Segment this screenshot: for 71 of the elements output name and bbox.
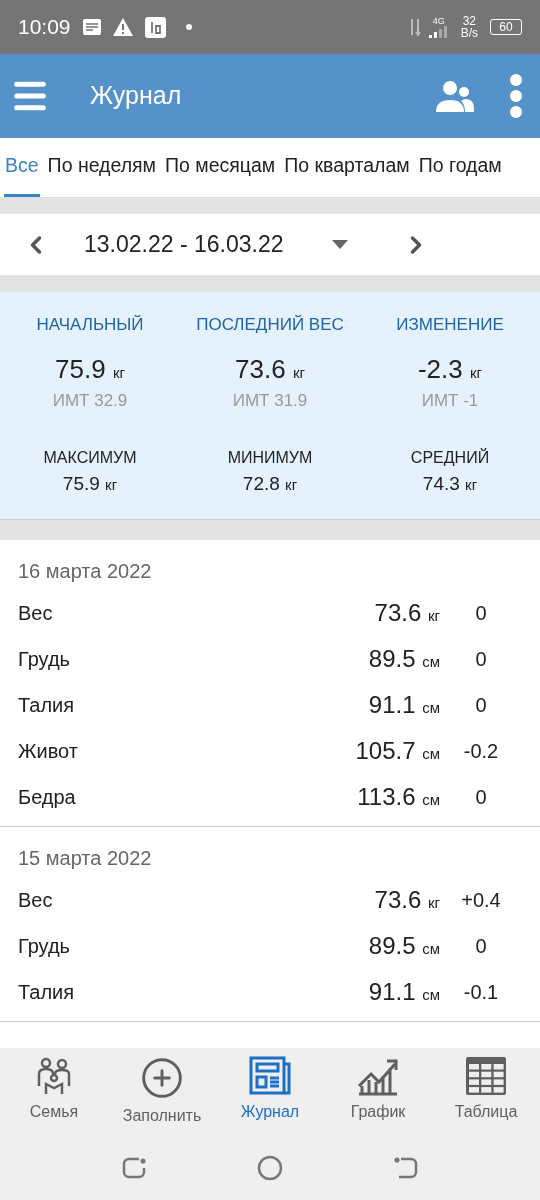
add-icon	[140, 1056, 184, 1100]
measurement-name: Грудь	[18, 934, 72, 959]
status-time: 10:09	[18, 14, 71, 41]
measurement-change: +0.4	[460, 888, 502, 913]
nav-item[interactable]: График	[324, 1056, 432, 1135]
measurement-change: 0	[474, 934, 488, 959]
measurement-change: -0.1	[462, 980, 500, 1005]
measurement-value: 73.6 кг	[374, 885, 440, 915]
summary-label: ИЗМЕНЕНИЕ	[396, 314, 504, 336]
summary-value: -2.3 кг	[417, 355, 483, 382]
bmi-value: ИМТ 32.9	[52, 389, 128, 412]
measurement-name: Живот	[18, 739, 79, 764]
stat-value: 72.8 кг	[242, 471, 298, 496]
measurement-name: Вес	[18, 888, 54, 913]
stat-label: МИНИМУМ	[227, 447, 313, 468]
measurement-value: 89.5 см	[368, 931, 440, 961]
measurement-value: 73.6 кг	[374, 598, 440, 628]
stat-value: 75.9 кг	[62, 471, 118, 496]
table-icon	[465, 1056, 507, 1096]
tab[interactable]: По месяцам	[164, 138, 277, 197]
summary-label: НАЧАЛЬНЫЙ	[36, 314, 144, 336]
measurement-change: 0	[474, 785, 488, 810]
measurement-name: Грудь	[18, 647, 72, 672]
summary-value: 73.6 кг	[235, 355, 305, 382]
nav-item[interactable]: Заполнить	[108, 1056, 216, 1135]
measurement-change: -0.2	[462, 739, 500, 764]
recent-apps-icon[interactable]	[121, 1155, 147, 1180]
tab[interactable]: По годам	[417, 138, 503, 197]
measurement-value: 91.1 см	[368, 690, 440, 720]
measurement-value: 91.1 см	[368, 977, 440, 1007]
network-speed: 32	[462, 15, 476, 27]
measurement-change: 0	[474, 647, 488, 672]
summary-label: ПОСЛЕДНИЙ ВЕС	[196, 314, 344, 336]
nav-item[interactable]: Журнал	[216, 1056, 324, 1135]
screen-title: Журнал	[90, 80, 182, 112]
entry-date: 15 марта 2022	[17, 846, 153, 871]
measurement-value: 105.7 см	[355, 736, 440, 766]
measurement-value: 89.5 см	[368, 644, 440, 674]
tab[interactable]: По неделям	[46, 138, 157, 197]
summary-value: 75.9 кг	[55, 355, 125, 382]
warning-icon	[112, 18, 133, 36]
more-icon	[510, 74, 522, 118]
home-icon[interactable]	[257, 1154, 283, 1181]
back-icon[interactable]	[393, 1155, 419, 1180]
battery-level: 60	[499, 21, 513, 33]
signal-icon	[428, 25, 449, 38]
newspaper-icon	[248, 1056, 292, 1096]
measurement-name: Талия	[18, 693, 76, 718]
stat-label: СРЕДНИЙ	[410, 447, 490, 468]
measurement-name: Бедра	[18, 785, 77, 810]
bmi-value: ИМТ -1	[421, 389, 479, 412]
date-range-dropdown[interactable]: 13.02.22 - 16.03.22	[84, 227, 348, 262]
network-speed: B/s	[460, 27, 478, 39]
tab[interactable]: По кварталам	[283, 138, 411, 197]
bmi-value: ИМТ 31.9	[232, 389, 308, 412]
measurement-change: 0	[474, 693, 488, 718]
users-icon	[436, 78, 474, 114]
entry-date: 16 марта 2022	[17, 559, 153, 584]
stat-label: МАКСИМУМ	[43, 447, 137, 468]
nav-item[interactable]: Таблица	[432, 1056, 540, 1135]
network-type: 4G	[432, 16, 445, 26]
caret-icon	[331, 240, 348, 249]
nav-item[interactable]: Семья	[0, 1056, 108, 1135]
measurement-name: Вес	[18, 601, 54, 626]
measurement-change: 0	[474, 601, 488, 626]
app-icon	[144, 16, 166, 38]
data-arrows-icon	[408, 17, 421, 37]
measurement-name: Талия	[18, 980, 76, 1005]
stat-value: 74.3 кг	[422, 471, 478, 496]
measurement-value: 113.6 см	[357, 782, 440, 812]
notification-icon	[82, 19, 101, 35]
